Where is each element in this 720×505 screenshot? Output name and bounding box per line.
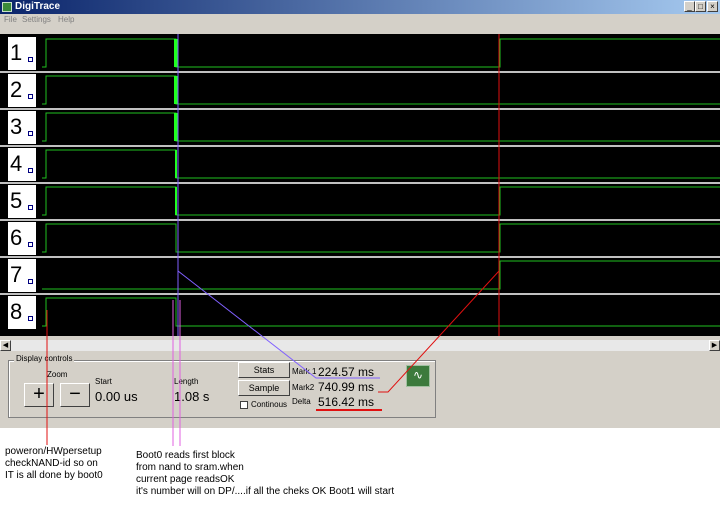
trace-ch2	[42, 75, 720, 105]
trace-ch3	[42, 112, 720, 142]
annotation-line: poweron/HWpersetup	[5, 446, 102, 457]
annotation-line: current page readsOK	[136, 474, 235, 485]
activity-bursts	[174, 39, 178, 215]
trace-ch6	[42, 223, 720, 253]
burst-ch3	[174, 113, 178, 141]
waveforms	[42, 38, 720, 327]
trace-ch8	[42, 297, 720, 327]
waveform-overlay	[42, 34, 720, 446]
mark1-pointer	[177, 270, 380, 379]
burst-ch1	[174, 39, 178, 67]
annotation-line: Boot0 reads first block	[136, 450, 235, 461]
annotation-line: checkNAND-id so on	[5, 458, 98, 469]
annotation-left: poweron/HWpersetup checkNAND-id so on IT…	[5, 446, 103, 482]
trace-ch7	[42, 260, 720, 290]
annotation-right: Boot0 reads first block from nand to sra…	[136, 450, 394, 498]
burst-ch5	[175, 187, 177, 215]
annotation-line: from nand to sram.when	[136, 462, 244, 473]
trace-ch4	[42, 149, 720, 179]
annotation-line: IT is all done by boot0	[5, 470, 103, 481]
burst-ch4	[175, 150, 177, 178]
burst-ch2	[174, 76, 178, 104]
trace-ch5	[42, 186, 720, 216]
annotation-line: it's number will on DP/....if all the ch…	[136, 486, 395, 497]
trace-ch1	[42, 38, 720, 68]
